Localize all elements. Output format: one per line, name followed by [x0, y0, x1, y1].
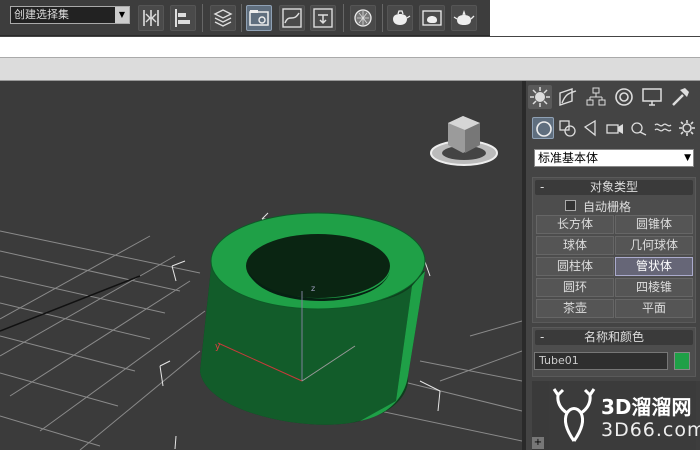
curve-editor-button[interactable]: [279, 5, 305, 31]
toolbar-separator: [382, 4, 383, 32]
material-editor-button[interactable]: [350, 5, 376, 31]
align-icon: [175, 9, 190, 27]
rendered-frame-icon: [422, 10, 442, 26]
render-teapot-icon: [453, 9, 475, 25]
object-type-rollout-header[interactable]: - 对象类型: [535, 180, 693, 195]
shapes-category-tab[interactable]: [556, 117, 578, 139]
helper-tape-icon: [631, 122, 647, 136]
collapse-minus-icon: -: [540, 180, 545, 194]
align-button[interactable]: [170, 5, 196, 31]
schematic-view-button[interactable]: [310, 5, 336, 31]
name-and-color-title: 名称和颜色: [583, 330, 644, 344]
tube-button[interactable]: 管状体: [615, 257, 693, 276]
material-editor-icon: [354, 9, 372, 27]
layer-manager-icon: [213, 9, 233, 27]
torus-button[interactable]: 圆环: [536, 278, 614, 297]
helpers-category-tab[interactable]: [628, 117, 650, 139]
watermark-subtitle: 3D66.com: [601, 419, 700, 441]
cone-button[interactable]: 圆锥体: [615, 215, 693, 234]
plane-button[interactable]: 平面: [615, 299, 693, 318]
hierarchy-icon: [586, 87, 606, 106]
wave-icon: [654, 123, 672, 132]
toolbar-separator: [202, 4, 203, 32]
object-name-field[interactable]: Tube01: [534, 352, 668, 370]
create-tab[interactable]: [528, 85, 552, 109]
ribbon-gap: [0, 37, 700, 57]
schematic-view-icon: [313, 8, 333, 28]
watermark-title: 3D溜溜网: [601, 395, 692, 419]
viewport-scene: y z: [0, 116, 522, 450]
sphere-button[interactable]: 球体: [536, 236, 614, 255]
lights-category-tab[interactable]: [580, 117, 602, 139]
primitive-type-value: 标准基本体: [538, 151, 599, 165]
perspective-viewport[interactable]: y z: [0, 81, 522, 450]
y-axis-label: y: [215, 342, 221, 352]
toolbar-empty-area: [490, 0, 700, 36]
modify-tab[interactable]: [556, 85, 580, 109]
light-icon: [583, 119, 596, 137]
systems-category-tab[interactable]: [676, 117, 698, 139]
motion-icon: [615, 88, 633, 106]
shapes-icon: [559, 120, 576, 137]
box-button[interactable]: 长方体: [536, 215, 614, 234]
teapot-button[interactable]: 茶壶: [536, 299, 614, 318]
command-panel-tabs: [528, 83, 698, 111]
toolbar-separator: [343, 4, 344, 32]
object-type-title: 对象类型: [589, 180, 638, 194]
cylinder-button[interactable]: 圆柱体: [536, 257, 614, 276]
deer-logo-icon: [552, 388, 596, 442]
name-and-color-rollout-header[interactable]: - 名称和颜色: [535, 330, 693, 345]
rendered-frame-window-button[interactable]: [419, 5, 445, 31]
display-tab[interactable]: [640, 85, 664, 109]
gear-icon: [679, 120, 695, 136]
chevron-down-icon: ▼: [684, 153, 691, 163]
primitive-type-dropdown[interactable]: 标准基本体 ▼: [534, 149, 694, 167]
autogrid-checkbox[interactable]: [565, 200, 576, 211]
main-toolbar: 创建选择集 ▼: [0, 0, 700, 36]
layer-manager-button[interactable]: [210, 5, 236, 31]
camera-icon: [606, 124, 623, 134]
create-sun-icon: [530, 87, 550, 107]
modify-icon: [559, 88, 577, 106]
collapse-minus-icon: -: [540, 330, 545, 344]
utilities-tab[interactable]: [668, 85, 692, 109]
sphere-icon: [536, 121, 552, 137]
mirror-icon: [143, 10, 159, 26]
cameras-category-tab[interactable]: [604, 117, 626, 139]
watermark: 3D溜溜网 3D66.com: [549, 381, 700, 450]
expand-plus-icon[interactable]: +: [532, 437, 544, 449]
display-monitor-icon: [642, 88, 662, 106]
space-warps-category-tab[interactable]: [652, 117, 674, 139]
hierarchy-tab[interactable]: [584, 85, 608, 109]
autogrid-row: 自动栅格: [533, 197, 695, 215]
selection-set-value: 创建选择集: [14, 8, 69, 21]
scene-explorer-button[interactable]: [246, 5, 272, 31]
viewcube[interactable]: [430, 116, 498, 166]
chevron-down-icon: ▼: [115, 7, 129, 23]
render-setup-button[interactable]: [387, 5, 413, 31]
create-category-tabs: [528, 115, 698, 141]
render-production-button[interactable]: [451, 5, 477, 31]
object-color-swatch[interactable]: [674, 352, 690, 370]
curve-editor-icon: [282, 8, 302, 28]
grid-axis-line: [0, 275, 141, 332]
geosphere-button[interactable]: 几何球体: [615, 236, 693, 255]
selection-set-dropdown[interactable]: 创建选择集 ▼: [10, 6, 130, 24]
pyramid-button[interactable]: 四棱锥: [615, 278, 693, 297]
toolbar-separator: [241, 4, 242, 32]
mirror-button[interactable]: [138, 5, 164, 31]
ribbon-strip: [0, 57, 700, 81]
motion-tab[interactable]: [612, 85, 636, 109]
scene-explorer-icon: [249, 10, 269, 26]
z-axis-label: z: [311, 284, 315, 293]
render-setup-icon: [393, 10, 411, 25]
geometry-category-tab[interactable]: [532, 117, 554, 139]
hammer-icon: [672, 88, 689, 106]
object-type-rollout: - 对象类型 自动栅格 长方体 圆锥体 球体 几何球体 圆柱体 管状体 圆环 四…: [532, 177, 696, 323]
autogrid-label: 自动栅格: [583, 200, 632, 214]
